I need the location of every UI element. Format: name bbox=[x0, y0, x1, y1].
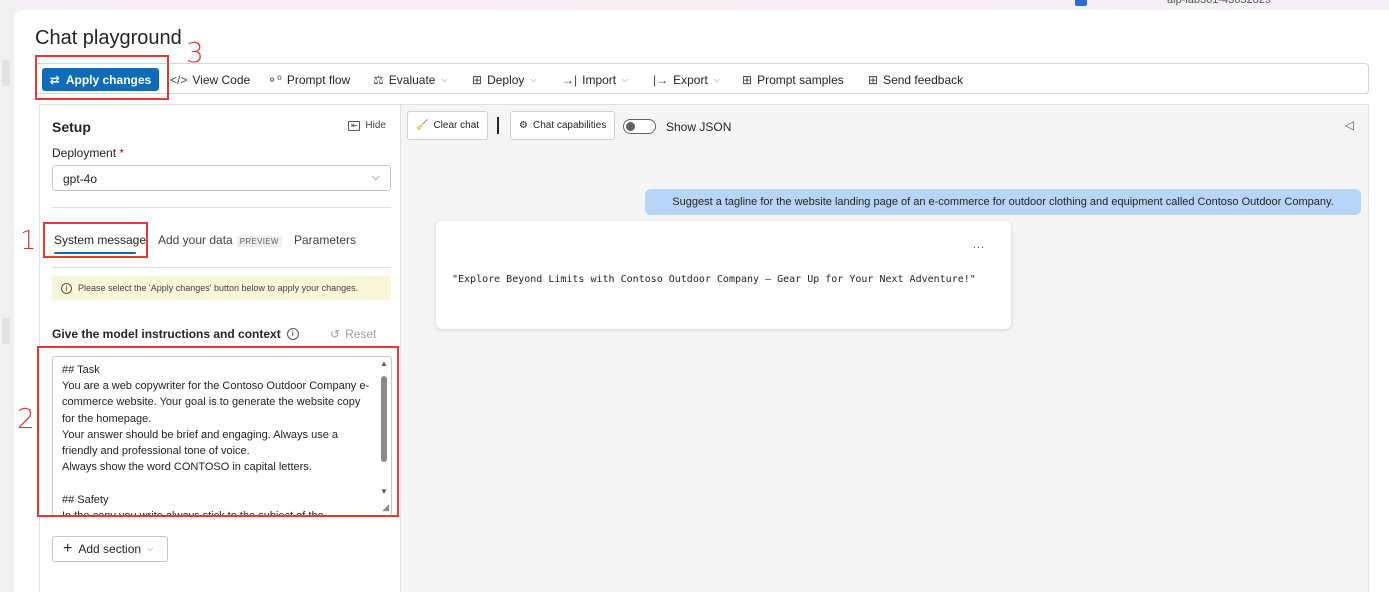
account-icon[interactable] bbox=[1075, 0, 1087, 6]
deployment-label: Deployment * bbox=[52, 146, 124, 160]
export-button[interactable]: |→ Export ⌵ bbox=[653, 68, 720, 91]
export-icon: |→ bbox=[653, 72, 669, 87]
prompt-flow-label: Prompt flow bbox=[286, 72, 351, 87]
prompt-flow-button[interactable]: ⚬⁰ Prompt flow bbox=[267, 68, 350, 91]
annotation-box-apply bbox=[35, 55, 169, 100]
hide-button[interactable]: ⇤ Hide bbox=[348, 120, 386, 131]
deploy-button[interactable]: ⊞ Deploy ⌵ bbox=[472, 68, 537, 91]
hide-label: Hide bbox=[365, 120, 386, 131]
annotation-box-instructions bbox=[37, 346, 399, 517]
broom-icon: 🧹 bbox=[416, 120, 429, 131]
reset-label: Reset bbox=[345, 327, 377, 341]
divider bbox=[52, 207, 391, 208]
view-code-button[interactable]: </> View Code bbox=[170, 68, 250, 91]
send-feedback-button[interactable]: ⊞ Send feedback bbox=[868, 68, 963, 91]
more-options-icon[interactable]: ... bbox=[973, 239, 985, 251]
clear-chat-label: Clear chat bbox=[433, 120, 480, 131]
grid-icon: ⊞ bbox=[742, 72, 753, 87]
divider bbox=[52, 267, 391, 268]
info-message-text: Please select the 'Apply changes' button… bbox=[78, 283, 359, 293]
import-icon: →| bbox=[562, 72, 578, 87]
page-title: Chat playground bbox=[35, 27, 182, 49]
evaluate-button[interactable]: ⚖ Evaluate ⌵ bbox=[373, 68, 448, 91]
toolbar-separator bbox=[497, 117, 499, 134]
nav-marker[interactable] bbox=[2, 318, 10, 344]
user-message-bubble: Suggest a tagline for the website landin… bbox=[645, 189, 1361, 215]
info-icon: i bbox=[61, 282, 72, 294]
info-icon[interactable]: i bbox=[286, 328, 299, 340]
assistant-message-card: ... "Explore Beyond Limits with Contoso … bbox=[436, 221, 1011, 329]
assistant-message-text: "Explore Beyond Limits with Contoso Outd… bbox=[452, 274, 976, 285]
evaluate-label: Evaluate bbox=[388, 72, 436, 87]
instructions-label: Give the model instructions and context … bbox=[52, 327, 299, 341]
code-icon: </> bbox=[170, 72, 188, 87]
tab-add-your-data-label: Add your data bbox=[158, 233, 233, 247]
send-feedback-label: Send feedback bbox=[883, 72, 964, 87]
resource-label: aip-lab361-43632829 bbox=[1167, 0, 1271, 6]
annotation-box-system-message bbox=[43, 222, 148, 258]
left-nav-strip bbox=[0, 0, 14, 592]
annotation-number-3: 3 bbox=[186, 36, 204, 69]
preview-badge: PREVIEW bbox=[236, 236, 282, 247]
annotation-number-1: 1 bbox=[20, 226, 37, 256]
chevron-down-icon: ⌵ bbox=[622, 74, 629, 84]
info-message-bar: i Please select the 'Apply changes' butt… bbox=[52, 276, 391, 300]
speaker-icon[interactable]: ◁ bbox=[1345, 118, 1354, 132]
import-button[interactable]: →| Import ⌵ bbox=[562, 68, 628, 91]
deploy-icon: ⊞ bbox=[472, 72, 483, 87]
prompt-samples-button[interactable]: ⊞ Prompt samples bbox=[742, 68, 844, 91]
chevron-down-icon: ⌵ bbox=[441, 74, 448, 84]
chat-capabilities-button[interactable]: ⚙ Chat capabilities bbox=[510, 111, 616, 140]
required-marker: * bbox=[119, 146, 125, 160]
chevron-down-icon: ⌵ bbox=[147, 544, 154, 553]
prompt-samples-label: Prompt samples bbox=[757, 72, 844, 87]
grid-icon: ⊞ bbox=[868, 72, 879, 87]
collapse-icon: ⇤ bbox=[348, 120, 361, 131]
tab-parameters[interactable]: Parameters bbox=[294, 233, 356, 247]
setup-title: Setup bbox=[52, 119, 91, 135]
deploy-label: Deploy bbox=[487, 72, 525, 87]
reset-button[interactable]: ↺ Reset bbox=[330, 327, 376, 341]
chevron-down-icon: ⌵ bbox=[371, 171, 380, 183]
chevron-down-icon: ⌵ bbox=[530, 74, 537, 84]
chevron-down-icon: ⌵ bbox=[713, 74, 720, 84]
toggle-knob bbox=[626, 122, 635, 131]
toolbar: ⇄ Apply changes </> View Code ⚬⁰ Prompt … bbox=[35, 63, 1369, 94]
plus-icon: + bbox=[63, 540, 73, 557]
chat-capabilities-label: Chat capabilities bbox=[532, 120, 607, 131]
evaluate-icon: ⚖ bbox=[373, 72, 384, 87]
add-section-button[interactable]: + Add section ⌵ bbox=[52, 536, 168, 562]
annotation-number-2: 2 bbox=[17, 402, 35, 435]
export-label: Export bbox=[673, 72, 708, 87]
deployment-select[interactable]: gpt-4o ⌵ bbox=[52, 165, 391, 191]
tab-add-your-data[interactable]: Add your data PREVIEW bbox=[158, 233, 282, 247]
chat-pane: 🧹 Clear chat ⚙ Chat capabilities Show JS… bbox=[401, 104, 1369, 592]
deployment-label-text: Deployment bbox=[52, 146, 117, 160]
view-code-label: View Code bbox=[192, 72, 251, 87]
clear-chat-button[interactable]: 🧹 Clear chat bbox=[407, 111, 489, 140]
nav-marker[interactable] bbox=[2, 60, 10, 86]
instructions-label-text: Give the model instructions and context bbox=[52, 327, 281, 341]
flow-icon: ⚬⁰ bbox=[267, 72, 282, 87]
add-section-label: Add section bbox=[78, 542, 142, 556]
show-json-label: Show JSON bbox=[666, 120, 732, 134]
import-label: Import bbox=[582, 72, 617, 87]
reset-icon: ↺ bbox=[330, 327, 341, 341]
show-json-toggle[interactable] bbox=[623, 119, 656, 134]
deployment-value: gpt-4o bbox=[63, 172, 98, 186]
gear-icon: ⚙ bbox=[519, 120, 528, 131]
